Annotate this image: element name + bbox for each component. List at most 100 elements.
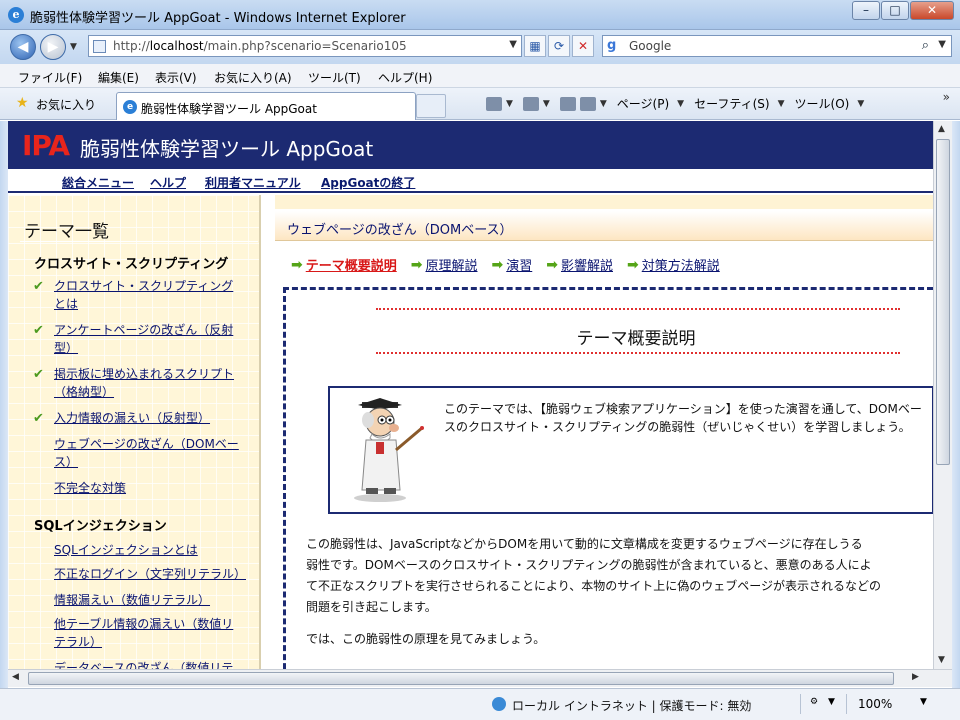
sidebar-divider <box>20 241 258 242</box>
section-xss: クロスサイト・スクリプティング <box>34 257 229 272</box>
scroll-left-icon[interactable]: ◀ <box>12 672 19 682</box>
tab-ie-icon: e <box>123 100 137 114</box>
more-chevron-icon[interactable]: » <box>943 90 950 104</box>
address-url: http://localhost/main.php?scenario=Scena… <box>113 39 407 53</box>
feeds-dropdown-icon[interactable]: ▼ <box>543 99 550 109</box>
tab-countermeasure[interactable]: ➡ 対策方法解説 <box>627 255 720 275</box>
sidebar-item-table-leak[interactable]: 他テーブル情報の漏えい（数値リテラル） <box>54 615 244 651</box>
sidebar-item-db-tamper[interactable]: データベースの改ざん（数値リテラル） <box>54 659 244 669</box>
intro-panel: このテーマでは、【脆弱ウェブ検索アプリケーション】を使った演習を通して、DOMベ… <box>328 386 933 514</box>
section-sqli: SQLインジェクション <box>34 519 167 534</box>
google-icon: g <box>607 38 617 53</box>
page-header: ウェブページの改ざん（DOMベース） <box>275 211 933 241</box>
vertical-scroll-thumb[interactable] <box>936 139 950 465</box>
arrow-right-icon: ➡ <box>627 256 639 273</box>
safety-dropdown-icon[interactable]: ▼ <box>778 99 785 109</box>
command-bar: ▼ ▼ ▼ ページ(P) ▼ セーフティ(S) ▼ ツール(O) ▼ <box>486 95 874 112</box>
content-tabs: ➡ テーマ概要説明 ➡ 原理解説 ➡ 演習 ➡ 影響解説 ➡ 対策方法解説 <box>291 255 734 275</box>
nav-user-manual[interactable]: 利用者マニュアル <box>205 174 301 191</box>
history-dropdown-icon[interactable]: ▼ <box>70 42 77 52</box>
sidebar-item-survey-tamper[interactable]: アンケートページの改ざん（反射型） <box>54 321 244 357</box>
menu-favorites[interactable]: お気に入り(A) <box>214 69 292 86</box>
scroll-down-icon[interactable]: ▼ <box>938 655 945 665</box>
page-dropdown-icon[interactable]: ▼ <box>677 99 684 109</box>
settings-dropdown-icon[interactable]: ▼ <box>828 697 835 707</box>
mail-icon[interactable] <box>559 96 576 111</box>
scroll-right-icon[interactable]: ▶ <box>912 672 919 682</box>
page-header-title: ウェブページの改ざん（DOMベース） <box>287 223 513 238</box>
sidebar-item-xss-intro[interactable]: クロスサイト・スクリプティングとは <box>54 277 244 313</box>
professor-illustration <box>354 398 424 502</box>
minimize-button[interactable]: – <box>852 1 880 20</box>
vertical-scrollbar[interactable]: ▲ ▼ <box>933 121 952 669</box>
search-icon[interactable]: ⌕ <box>922 38 929 53</box>
sidebar-item-input-leak[interactable]: 入力情報の漏えい（反射型） <box>54 409 244 427</box>
search-dropdown-icon[interactable]: ▼ <box>938 39 946 50</box>
status-separator <box>846 694 847 714</box>
menu-view[interactable]: 表示(V) <box>155 69 197 86</box>
protected-mode-icon[interactable]: ⚙ <box>810 697 818 707</box>
maximize-button[interactable]: □ <box>881 1 909 20</box>
sidebar-item-dom-tamper[interactable]: ウェブページの改ざん（DOMベース） <box>54 435 244 471</box>
nav-main-menu[interactable]: 総合メニュー <box>62 174 134 191</box>
back-button[interactable]: ◀ <box>10 34 36 60</box>
app-title: 脆弱性体験学習ツール AppGoat <box>80 137 374 161</box>
horizontal-scrollbar[interactable]: ◀ ▶ <box>8 669 952 687</box>
security-zone-text[interactable]: ローカル イントラネット | 保護モード: 無効 <box>512 697 751 714</box>
tab-title: 脆弱性体験学習ツール AppGoat <box>141 102 317 116</box>
address-tools: ▦ ⟳ ✕ <box>524 35 596 57</box>
nav-exit[interactable]: AppGoatの終了 <box>321 174 415 191</box>
horizontal-scroll-thumb[interactable] <box>28 672 894 685</box>
sidebar-item-incomplete-measure[interactable]: 不完全な対策 <box>54 479 244 497</box>
menu-edit[interactable]: 編集(E) <box>98 69 139 86</box>
print-dropdown-icon[interactable]: ▼ <box>600 99 607 109</box>
favorites-button[interactable]: お気に入り <box>36 96 96 113</box>
content-box: テーマ概要説明 このテーマでは、【脆弱ウェブ検索アプリケーション】を使った演習を… <box>283 287 933 669</box>
zoom-level[interactable]: 100% <box>858 697 892 711</box>
status-separator <box>800 694 801 714</box>
menu-file[interactable]: ファイル(F) <box>18 69 82 86</box>
new-tab-button[interactable] <box>416 94 446 118</box>
tab-exercise[interactable]: ➡ 演習 <box>492 255 533 275</box>
tab-principle[interactable]: ➡ 原理解説 <box>411 255 478 275</box>
scroll-up-icon[interactable]: ▲ <box>938 124 945 134</box>
safety-menu[interactable]: セーフティ(S) <box>694 95 770 112</box>
stop-icon[interactable]: ✕ <box>572 35 594 57</box>
tab-impact[interactable]: ➡ 影響解説 <box>546 255 613 275</box>
favorites-star-icon[interactable]: ★ <box>16 95 29 111</box>
tools-menu[interactable]: ツール(O) <box>795 95 850 112</box>
window-titlebar: e 脆弱性体験学習ツール AppGoat - Windows Internet … <box>0 0 960 30</box>
sidebar-heading: テーマ一覧 <box>24 222 109 242</box>
sidebar-item-info-leak[interactable]: 情報漏えい（数値リテラル） <box>54 591 244 609</box>
home-icon[interactable] <box>486 96 502 111</box>
sidebar-item-sqli-intro[interactable]: SQLインジェクションとは <box>54 541 244 559</box>
menu-tools[interactable]: ツール(T) <box>308 69 361 86</box>
arrow-right-icon: ➡ <box>546 256 558 273</box>
top-navigation: 総合メニュー ヘルプ 利用者マニュアル AppGoatの終了 <box>8 169 933 193</box>
intro-text: このテーマでは、【脆弱ウェブ検索アプリケーション】を使った演習を通して、DOMベ… <box>444 402 922 434</box>
menu-help[interactable]: ヘルプ(H) <box>378 69 432 86</box>
feeds-icon[interactable] <box>522 96 539 111</box>
refresh-icon[interactable]: ⟳ <box>548 35 570 57</box>
page-menu[interactable]: ページ(P) <box>617 95 669 112</box>
favorites-bar: ★ お気に入り e 脆弱性体験学習ツール AppGoat ▼ ▼ ▼ ページ(P… <box>0 88 960 120</box>
zoom-dropdown-icon[interactable]: ▼ <box>920 697 927 707</box>
arrow-right-icon: ➡ <box>291 256 303 273</box>
tools-dropdown-icon[interactable]: ▼ <box>857 99 864 109</box>
window-frame-left <box>0 121 8 688</box>
address-field[interactable]: http://localhost/main.php?scenario=Scena… <box>88 35 522 57</box>
sidebar-item-illegal-login[interactable]: 不正なログイン（文字列リテラル） <box>54 565 246 583</box>
address-dropdown-icon[interactable]: ▼ <box>509 39 517 50</box>
check-icon: ✔ <box>33 367 44 382</box>
search-box[interactable]: g Google ⌕ ▼ <box>602 35 952 57</box>
close-button[interactable]: ✕ <box>910 1 954 20</box>
print-icon[interactable] <box>579 96 596 111</box>
home-dropdown-icon[interactable]: ▼ <box>506 99 513 109</box>
compat-view-icon[interactable]: ▦ <box>524 35 546 57</box>
sidebar-item-bbs-script[interactable]: 掲示板に埋め込まれるスクリプト（格納型） <box>54 365 244 401</box>
page-viewport: IPA 脆弱性体験学習ツール AppGoat 総合メニュー ヘルプ 利用者マニュ… <box>8 121 933 669</box>
browser-tab[interactable]: e 脆弱性体験学習ツール AppGoat <box>116 92 416 120</box>
forward-button[interactable]: ▶ <box>40 34 66 60</box>
tab-overview[interactable]: ➡ テーマ概要説明 <box>291 255 397 275</box>
nav-help[interactable]: ヘルプ <box>150 174 186 191</box>
